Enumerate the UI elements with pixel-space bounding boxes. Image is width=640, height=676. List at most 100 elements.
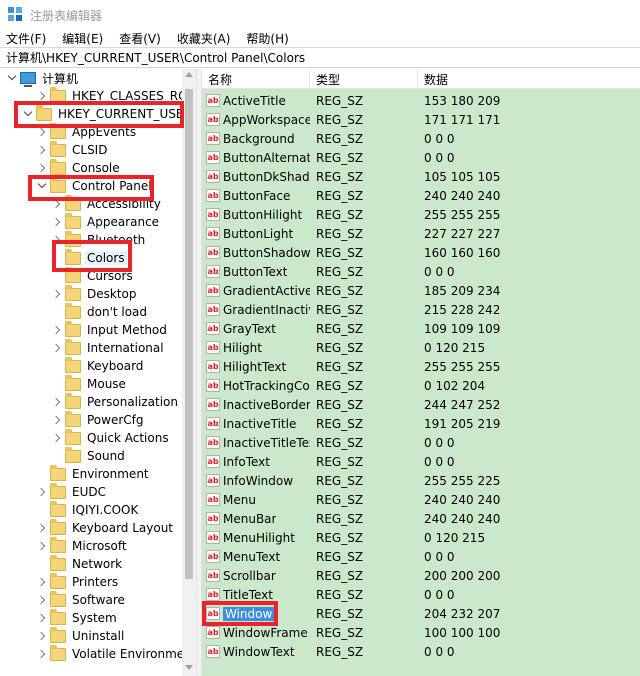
expand-icon[interactable]	[36, 540, 48, 552]
value-row[interactable]: ab MenuText REG_SZ 0 0 0	[202, 547, 640, 566]
expand-icon[interactable]	[36, 162, 48, 174]
tree-item-environment[interactable]: Environment	[36, 464, 151, 483]
tree-item-network[interactable]: Network	[36, 554, 124, 573]
address-bar[interactable]: 计算机\HKEY_CURRENT_USER\Control Panel\Colo…	[0, 47, 640, 68]
tree-item-eudc[interactable]: EUDC	[36, 482, 108, 501]
value-row[interactable]: ab MenuHilight REG_SZ 0 120 215	[202, 528, 640, 547]
collapse-icon[interactable]	[6, 72, 18, 84]
tree-scrollbar[interactable]	[182, 69, 196, 676]
value-row[interactable]: abGradientActive... REG_SZ 185 209 234	[202, 281, 640, 300]
tree-item-cursors[interactable]: Cursors	[51, 266, 135, 285]
expand-icon[interactable]	[51, 414, 63, 426]
tree-item-clsid[interactable]: CLSID	[36, 140, 109, 159]
tree-item-international[interactable]: International	[51, 338, 166, 357]
expand-icon[interactable]	[36, 126, 48, 138]
tree-item-dont-load[interactable]: don't load	[51, 302, 149, 321]
column-data[interactable]: 数据	[418, 69, 640, 89]
expand-icon[interactable]	[36, 522, 48, 534]
collapse-icon[interactable]	[36, 180, 48, 192]
expand-icon[interactable]	[36, 594, 48, 606]
value-row[interactable]: ab WindowFrame REG_SZ 100 100 100	[202, 623, 640, 642]
value-row[interactable]: abButtonDkShad... REG_SZ 105 105 105	[202, 167, 640, 186]
expand-icon[interactable]	[36, 144, 48, 156]
column-name[interactable]: 名称	[202, 69, 310, 89]
tree-item-mouse[interactable]: Mouse	[51, 374, 128, 393]
expand-icon[interactable]	[36, 486, 48, 498]
scroll-thumb[interactable]	[185, 89, 193, 579]
value-row[interactable]: ab ButtonText REG_SZ 0 0 0	[202, 262, 640, 281]
value-row[interactable]: abGradientInactiv... REG_SZ 215 228 242	[202, 300, 640, 319]
tree-item-system[interactable]: System	[36, 608, 119, 627]
expand-icon[interactable]	[36, 90, 48, 102]
menu-file[interactable]: 文件(F)	[0, 30, 54, 47]
menu-edit[interactable]: 编辑(E)	[54, 30, 111, 47]
value-row[interactable]: ab ButtonShadow REG_SZ 160 160 160	[202, 243, 640, 262]
tree-item-colors[interactable]: Colors	[51, 248, 127, 267]
column-type[interactable]: 类型	[310, 69, 418, 89]
menu-view[interactable]: 查看(V)	[111, 30, 169, 47]
value-row[interactable]: ab AppWorkspace REG_SZ 171 171 171	[202, 110, 640, 129]
expand-icon[interactable]	[36, 630, 48, 642]
tree-item-hkcr[interactable]: HKEY_CLASSES_ROOT	[36, 86, 196, 105]
value-row[interactable]: ab Scrollbar REG_SZ 200 200 200	[202, 566, 640, 585]
tree-item-computer[interactable]: 计算机	[6, 69, 80, 87]
value-row[interactable]: ab ButtonHilight REG_SZ 255 255 255	[202, 205, 640, 224]
tree-item-iqiyi[interactable]: IQIYI.COOK	[36, 500, 140, 519]
tree-item-volatile-environment[interactable]: Volatile Environment	[36, 644, 196, 663]
tree-item-sound[interactable]: Sound	[51, 446, 127, 465]
expand-icon[interactable]	[51, 198, 63, 210]
expand-icon[interactable]	[36, 576, 48, 588]
tree-item-software[interactable]: Software	[36, 590, 127, 609]
expand-icon[interactable]	[51, 342, 63, 354]
value-row[interactable]: ab Menu REG_SZ 240 240 240	[202, 490, 640, 509]
collapse-icon[interactable]	[22, 108, 34, 120]
value-row[interactable]: ab InfoText REG_SZ 0 0 0	[202, 452, 640, 471]
expand-icon[interactable]	[51, 396, 63, 408]
scroll-up-icon[interactable]	[185, 72, 193, 77]
tree-item-accessibility[interactable]: Accessibility	[51, 194, 163, 213]
tree-item-control-panel[interactable]: Control Panel	[36, 176, 154, 195]
address-path[interactable]: 计算机\HKEY_CURRENT_USER\Control Panel\Colo…	[6, 49, 305, 66]
value-row[interactable]: ab GrayText REG_SZ 109 109 109	[202, 319, 640, 338]
expand-icon[interactable]	[51, 324, 63, 336]
tree-item-hkcu[interactable]: HKEY_CURRENT_USER	[22, 104, 194, 123]
value-row[interactable]: ab ButtonLight REG_SZ 227 227 227	[202, 224, 640, 243]
tree-item-keyboard[interactable]: Keyboard	[51, 356, 145, 375]
menu-help[interactable]: 帮助(H)	[238, 30, 296, 47]
expand-icon[interactable]	[51, 432, 63, 444]
value-row[interactable]: ab Window REG_SZ 204 232 207	[202, 604, 640, 623]
tree-item-console[interactable]: Console	[36, 158, 122, 177]
tree-item-powercfg[interactable]: PowerCfg	[51, 410, 146, 429]
value-row[interactable]: ab ActiveTitle REG_SZ 153 180 209	[202, 91, 640, 110]
value-row[interactable]: abInactiveTitleText REG_SZ 0 0 0	[202, 433, 640, 452]
expand-icon[interactable]	[36, 612, 48, 624]
tree-item-bluetooth[interactable]: Bluetooth	[51, 230, 147, 249]
tree-item-printers[interactable]: Printers	[36, 572, 120, 591]
expand-icon[interactable]	[51, 288, 63, 300]
value-row[interactable]: ab InactiveBorder REG_SZ 244 247 252	[202, 395, 640, 414]
value-row[interactable]: ab InactiveTitle REG_SZ 191 205 219	[202, 414, 640, 433]
tree-item-input-method[interactable]: Input Method	[51, 320, 169, 339]
value-row[interactable]: ab TitleText REG_SZ 0 0 0	[202, 585, 640, 604]
menu-favorites[interactable]: 收藏夹(A)	[169, 30, 239, 47]
expand-icon[interactable]	[51, 216, 63, 228]
expand-icon[interactable]	[36, 648, 48, 660]
value-row[interactable]: ab Hilight REG_SZ 0 120 215	[202, 338, 640, 357]
value-row[interactable]: ab Background REG_SZ 0 0 0	[202, 129, 640, 148]
tree-item-microsoft[interactable]: Microsoft	[36, 536, 129, 555]
tree-item-appearance[interactable]: Appearance	[51, 212, 161, 231]
tree-item-quick-actions[interactable]: Quick Actions	[51, 428, 171, 447]
scroll-down-icon[interactable]	[185, 665, 193, 670]
value-row[interactable]: ab MenuBar REG_SZ 240 240 240	[202, 509, 640, 528]
expand-icon[interactable]	[51, 234, 63, 246]
value-row[interactable]: ab InfoWindow REG_SZ 255 255 225	[202, 471, 640, 490]
value-row[interactable]: ab ButtonFace REG_SZ 240 240 240	[202, 186, 640, 205]
value-row[interactable]: abHotTrackingCo... REG_SZ 0 102 204	[202, 376, 640, 395]
tree-item-uninstall[interactable]: Uninstall	[36, 626, 126, 645]
value-row[interactable]: abButtonAlternat... REG_SZ 0 0 0	[202, 148, 640, 167]
tree-item-keyboard-layout[interactable]: Keyboard Layout	[36, 518, 175, 537]
value-row[interactable]: ab WindowText REG_SZ 0 0 0	[202, 642, 640, 661]
tree-item-personalization[interactable]: Personalization	[51, 392, 180, 411]
tree-item-appevents[interactable]: AppEvents	[36, 122, 138, 141]
value-row[interactable]: ab HilightText REG_SZ 255 255 255	[202, 357, 640, 376]
